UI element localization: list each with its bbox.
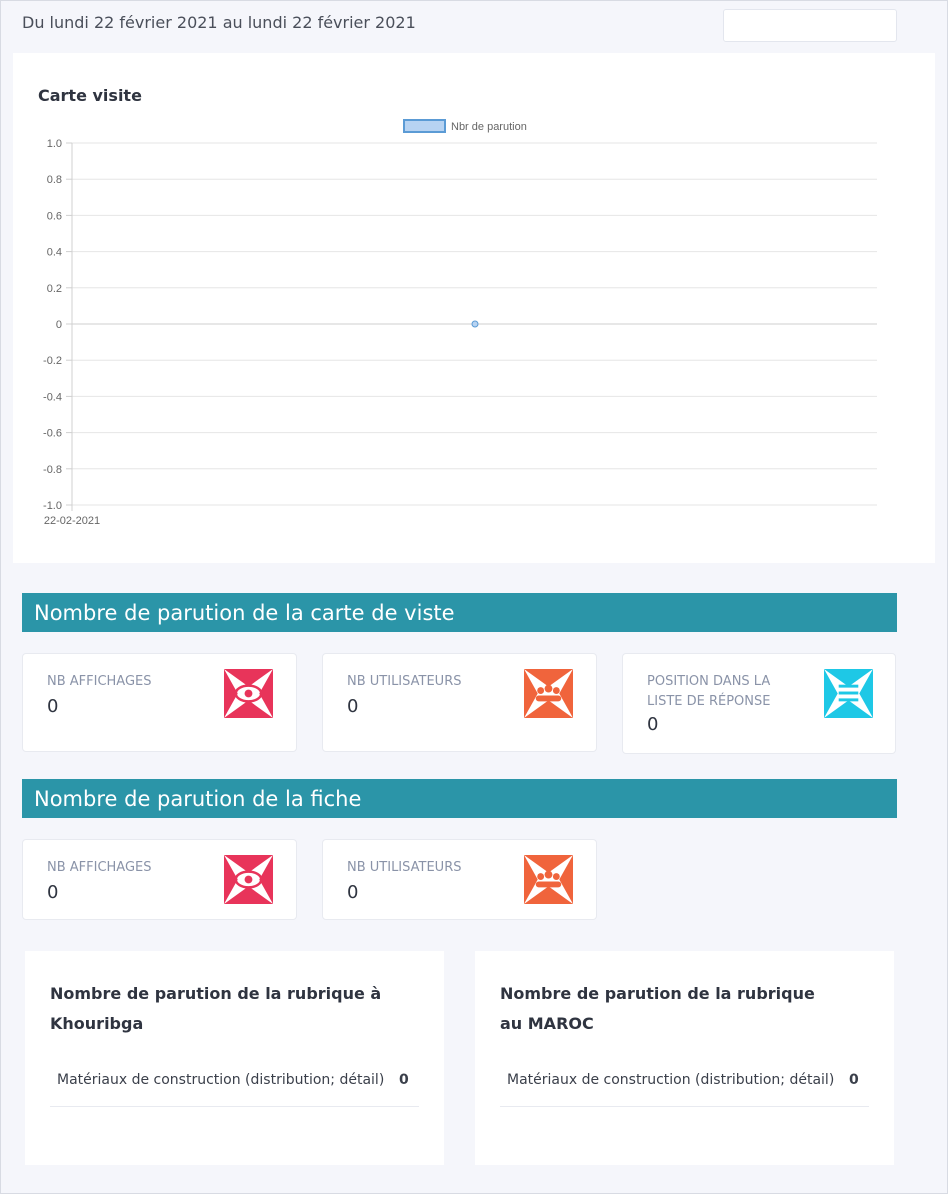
rubrique-title: Nombre de parution de la rubrique au MAR… (500, 984, 815, 1033)
y-tick-label: -0.6 (43, 428, 62, 440)
y-tick-label: -1.0 (43, 500, 62, 512)
y-tick-label: -0.4 (43, 391, 62, 403)
users-icon (524, 669, 573, 718)
stat-value: 0 (47, 882, 59, 903)
stat-card-fiche-affichages: NB AFFICHAGES 0 (22, 839, 297, 920)
stat-card-utilisateurs: NB UTILISATEURS 0 (322, 653, 597, 752)
eye-icon (224, 855, 273, 904)
stat-card-position: POSITION DANS LA LISTE DE RÉPONSE 0 (622, 653, 896, 754)
section-title-fiche: Nombre de parution de la fiche (22, 779, 897, 818)
stat-value: 0 (347, 696, 359, 717)
users-icon (524, 855, 573, 904)
stat-value: 0 (647, 714, 659, 735)
rubrique-card-maroc: Nombre de parution de la rubrique au MAR… (475, 951, 894, 1165)
rubrique-row-value: 0 (399, 1072, 409, 1088)
stat-label: NB AFFICHAGES (47, 674, 152, 689)
legend-label: Nbr de parution (451, 121, 527, 133)
rubrique-row: Matériaux de construction (distribution;… (50, 1069, 419, 1107)
eye-icon (224, 669, 273, 718)
list-icon (824, 669, 873, 718)
stat-label: NB UTILISATEURS (347, 674, 462, 689)
stat-label: NB AFFICHAGES (47, 860, 152, 875)
y-tick-label: 0.2 (47, 283, 62, 295)
rubrique-card-khouribga: Nombre de parution de la rubrique à Khou… (25, 951, 444, 1165)
y-tick-label: 0.8 (47, 174, 62, 186)
y-tick-label: -0.8 (43, 464, 62, 476)
data-point (471, 320, 479, 328)
stat-card-affichages: NB AFFICHAGES 0 (22, 653, 297, 752)
legend-swatch (403, 119, 446, 133)
y-tick-label: 0.4 (47, 247, 62, 259)
date-range-label: Du lundi 22 février 2021 au lundi 22 fév… (22, 13, 416, 32)
rubrique-row-label: Matériaux de construction (distribution;… (507, 1072, 835, 1088)
section-title-carte: Nombre de parution de la carte de viste (22, 593, 897, 632)
y-tick-label: 0 (56, 319, 62, 331)
stat-value: 0 (47, 696, 59, 717)
y-tick-label: 1.0 (47, 138, 62, 150)
y-tick-label: 0.6 (47, 210, 62, 222)
rubrique-row-label: Matériaux de construction (distribution;… (57, 1072, 385, 1088)
stat-label: POSITION DANS LA LISTE DE RÉPONSE (647, 674, 771, 709)
rubrique-title: Nombre de parution de la rubrique à Khou… (50, 984, 382, 1033)
y-tick-label: -0.2 (43, 355, 62, 367)
chart-card: Carte visite 1.0 0.8 0.6 0.4 0.2 0 -0.2 -0.4 -0.… (13, 53, 935, 563)
stat-card-fiche-utilisateurs: NB UTILISATEURS 0 (322, 839, 597, 920)
stat-value: 0 (347, 882, 359, 903)
rubrique-row-value: 0 (849, 1072, 859, 1088)
x-tick-label: 22-02-2021 (44, 515, 100, 527)
date-range-picker[interactable] (723, 9, 897, 42)
line-chart: 1.0 0.8 0.6 0.4 0.2 0 -0.2 -0.4 -0.6 -0.8 -1.0 22-0… (43, 119, 877, 527)
rubrique-row: Matériaux de construction (distribution;… (500, 1069, 869, 1107)
stat-label: NB UTILISATEURS (347, 860, 462, 875)
